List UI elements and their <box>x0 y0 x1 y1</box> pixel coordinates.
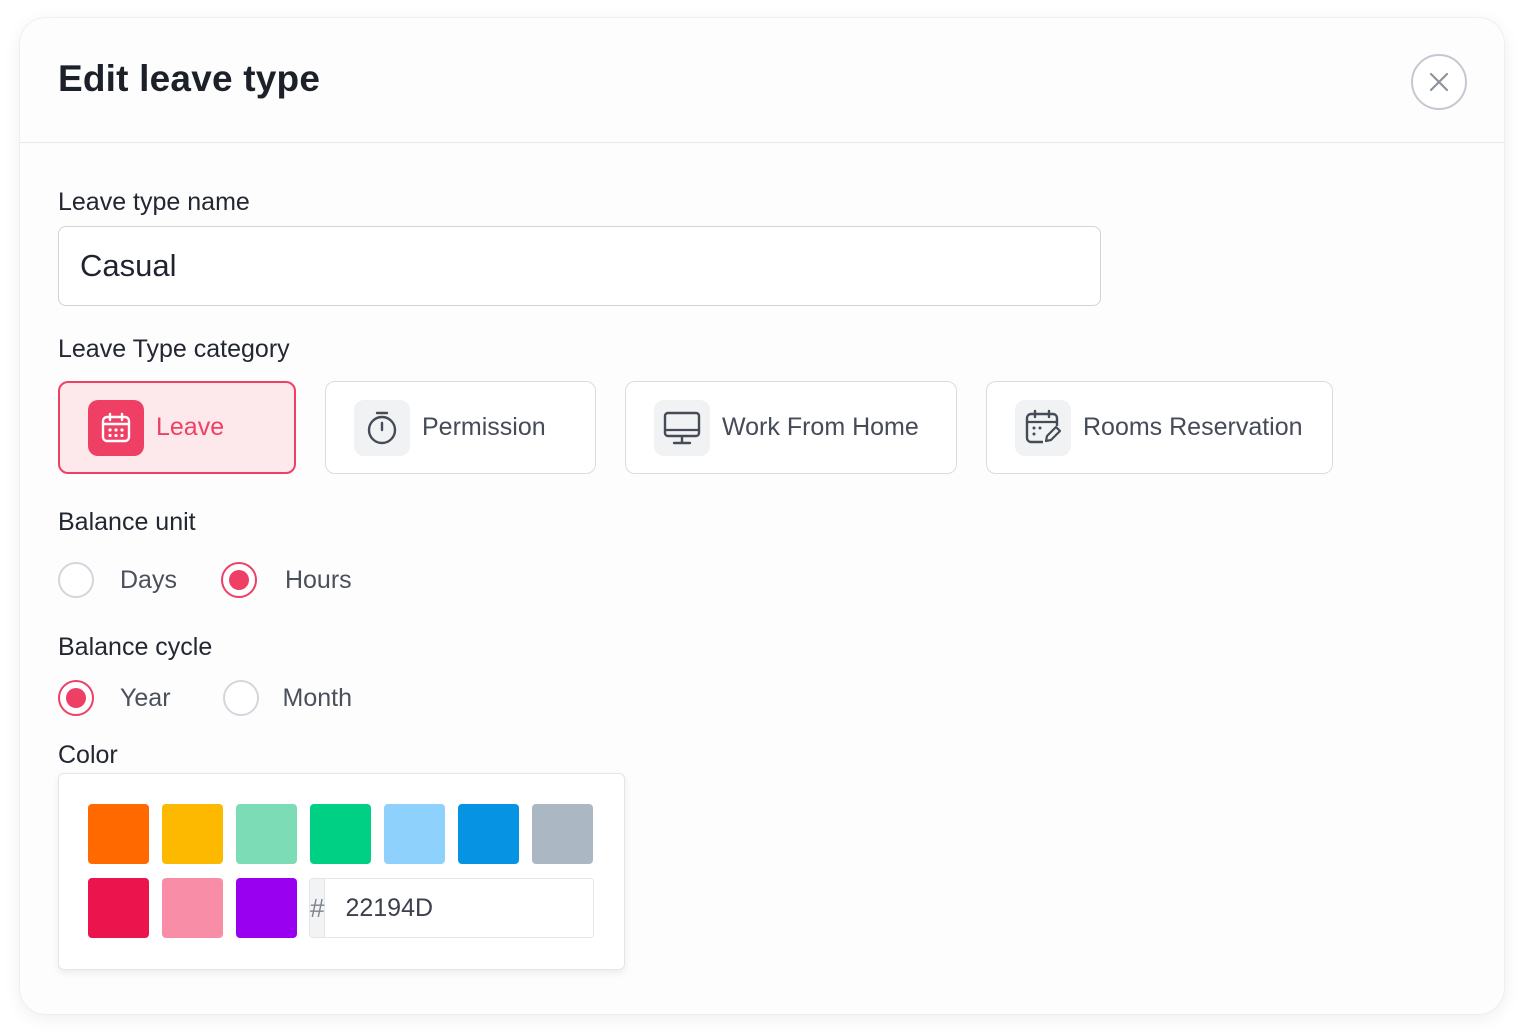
category-option-permission[interactable]: Permission <box>325 381 596 474</box>
color-swatch[interactable] <box>88 804 149 864</box>
dialog-title: Edit leave type <box>58 58 321 99</box>
dialog-header: Edit leave type <box>20 18 1504 143</box>
color-swatch[interactable] <box>88 878 149 938</box>
category-label-rooms-reservation: Rooms Reservation <box>1083 413 1303 441</box>
edit-leave-type-dialog: Edit leave type Leave type name Leave Ty… <box>20 18 1504 1014</box>
calendar-edit-icon <box>1015 399 1071 456</box>
radio-hours-label: Hours <box>284 565 352 594</box>
radio-hours[interactable]: Hours <box>220 562 352 598</box>
hex-prefix: # <box>310 879 326 937</box>
color-swatch[interactable] <box>162 878 223 938</box>
color-swatch[interactable] <box>310 804 371 864</box>
category-option-leave[interactable]: Leave <box>58 381 296 474</box>
balance-cycle-label: Balance cycle <box>58 633 213 661</box>
category-label-work-from-home: Work From Home <box>722 413 919 441</box>
color-swatch[interactable] <box>236 878 297 938</box>
radio-year-label: Year <box>120 683 171 712</box>
hex-color-input[interactable] <box>325 879 593 937</box>
color-swatch[interactable] <box>236 804 297 864</box>
balance-unit-options: Days Hours <box>58 562 352 598</box>
radio-days[interactable]: Days <box>58 562 177 598</box>
color-picker: # <box>58 773 625 970</box>
leave-type-name-input[interactable] <box>58 226 1101 306</box>
color-swatch[interactable] <box>532 804 593 864</box>
radio-month-circle[interactable] <box>222 680 259 716</box>
category-label-leave: Leave <box>156 413 225 441</box>
monitor-icon <box>654 399 710 456</box>
leave-type-category-label: Leave Type category <box>58 335 290 363</box>
color-swatch[interactable] <box>384 804 445 864</box>
radio-days-label: Days <box>120 565 177 594</box>
radio-days-circle[interactable] <box>58 562 94 598</box>
leave-type-name-label: Leave type name <box>58 188 250 216</box>
balance-unit-label: Balance unit <box>58 508 196 536</box>
hex-color-field: # <box>309 878 594 938</box>
stopwatch-icon <box>354 399 410 456</box>
category-option-work-from-home[interactable]: Work From Home <box>625 381 957 474</box>
calendar-icon <box>88 399 144 456</box>
radio-hours-circle[interactable] <box>220 562 257 598</box>
radio-month-label: Month <box>282 683 352 712</box>
category-label-permission: Permission <box>422 413 546 441</box>
category-option-rooms-reservation[interactable]: Rooms Reservation <box>986 381 1333 474</box>
close-icon <box>1429 72 1449 92</box>
balance-cycle-options: Year Month <box>58 680 352 716</box>
radio-year[interactable]: Year <box>58 680 171 716</box>
radio-year-circle[interactable] <box>58 680 94 716</box>
color-label: Color <box>58 741 118 769</box>
color-swatch[interactable] <box>162 804 223 864</box>
radio-month[interactable]: Month <box>222 680 352 716</box>
color-swatch[interactable] <box>458 804 519 864</box>
close-button[interactable] <box>1411 54 1467 110</box>
